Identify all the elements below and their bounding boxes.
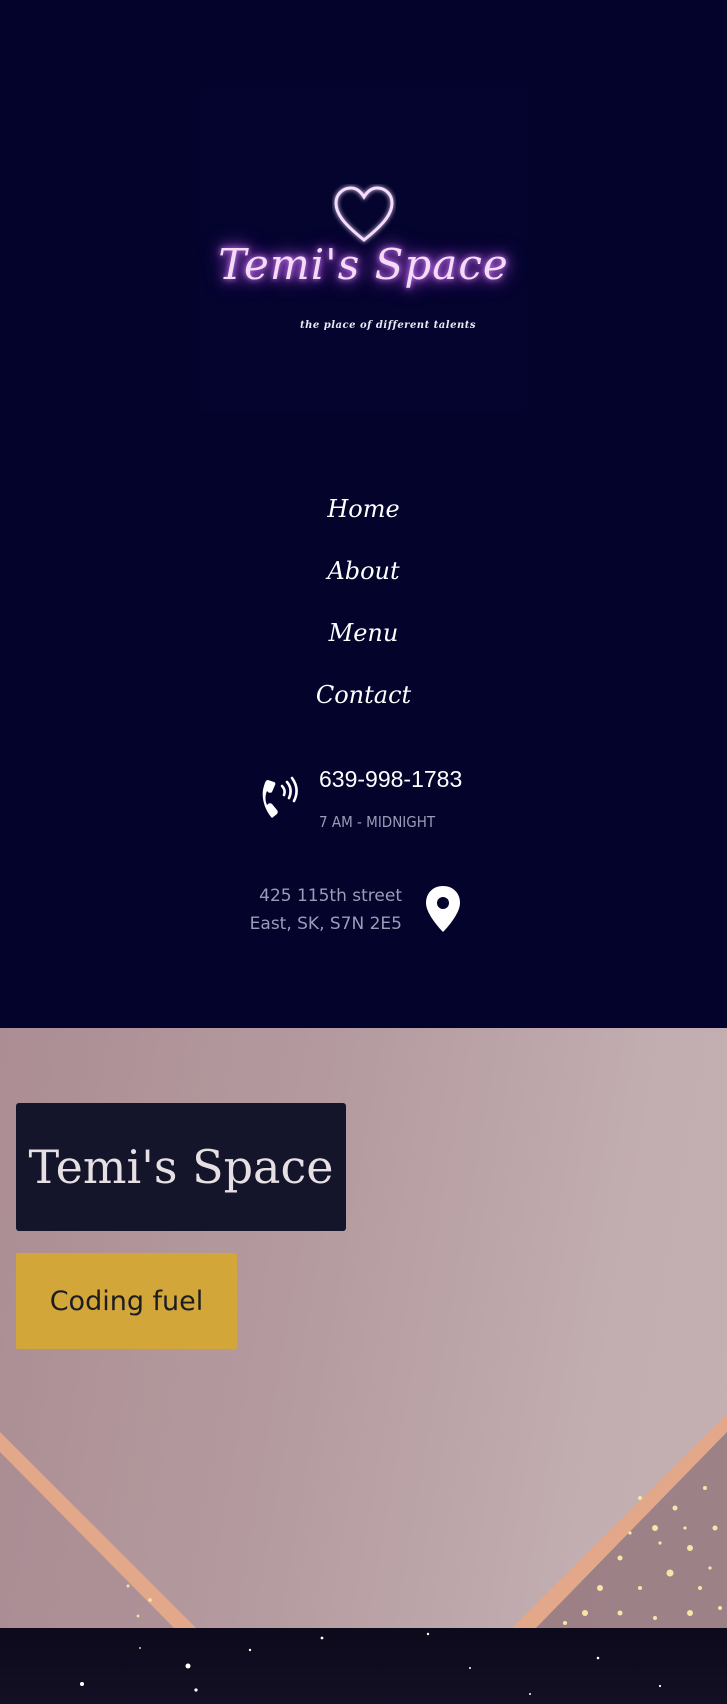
hero-section: Temi's Space Coding fuel (0, 1028, 727, 1628)
phone-icon (262, 776, 298, 818)
nav-item-menu[interactable]: Menu (0, 602, 727, 664)
site-header: Temi's Space the place of different tale… (0, 0, 727, 1028)
starry-footer-strip (0, 1628, 727, 1704)
nav-item-home[interactable]: Home (0, 478, 727, 540)
nav-item-about[interactable]: About (0, 540, 727, 602)
hero-title-box: Temi's Space (16, 1103, 346, 1231)
map-pin-icon (426, 886, 460, 932)
logo[interactable]: Temi's Space the place of different tale… (200, 88, 527, 411)
coding-fuel-button[interactable]: Coding fuel (16, 1253, 237, 1349)
opening-hours: 7 AM - MIDNIGHT (319, 813, 436, 831)
address: 425 115th street East, SK, S7N 2E5 (200, 882, 402, 938)
logo-tagline: the place of different talents (300, 320, 476, 331)
logo-title: Temi's Space (218, 240, 509, 289)
address-line2: East, SK, S7N 2E5 (249, 914, 402, 934)
heart-outline-icon (334, 186, 394, 242)
hero-title: Temi's Space (28, 1140, 334, 1194)
address-line1: 425 115th street (259, 886, 402, 906)
phone-number[interactable]: 639-998-1783 (319, 766, 462, 793)
stars-decoration (80, 1632, 662, 1695)
nav-item-contact[interactable]: Contact (0, 664, 727, 726)
main-nav: Home About Menu Contact (0, 478, 727, 726)
